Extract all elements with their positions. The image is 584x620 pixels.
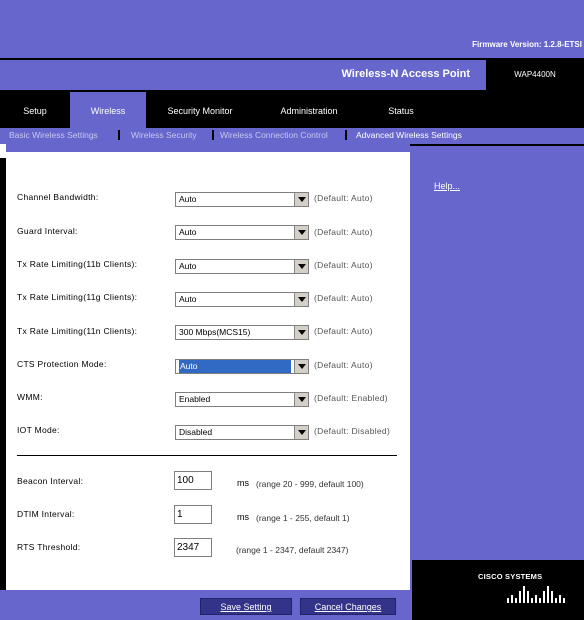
guard-interval-default: (Default: Auto): [314, 227, 373, 237]
chevron-down-icon[interactable]: [294, 360, 308, 373]
subtab-separator: [345, 130, 347, 140]
subtab-wireless-connection-control[interactable]: Wireless Connection Control: [220, 128, 328, 142]
tab-administration[interactable]: Administration: [262, 92, 356, 128]
iot-mode-default: (Default: Disabled): [314, 426, 391, 436]
cisco-logo-text: CISCO SYSTEMS: [478, 572, 543, 581]
wmm-label: WMM:: [17, 392, 43, 402]
cisco-bridge-icon: [507, 586, 565, 603]
rts-threshold-label: RTS Threshold:: [17, 542, 81, 552]
beacon-interval-unit: ms: [237, 478, 249, 488]
dtim-interval-input[interactable]: [174, 505, 212, 524]
chevron-down-icon[interactable]: [294, 293, 308, 306]
tx-rate-11g-label: Tx Rate Limiting(11g Clients):: [17, 292, 138, 302]
model-name: WAP4400N: [486, 60, 584, 90]
wmm-default: (Default: Enabled): [314, 393, 388, 403]
dtim-interval-range: (range 1 - 255, default 1): [256, 513, 350, 523]
channel-bandwidth-label: Channel Bandwidth:: [17, 192, 99, 202]
tab-setup[interactable]: Setup: [0, 92, 70, 128]
iot-mode-label: IOT Mode:: [17, 425, 60, 435]
channel-bandwidth-default: (Default: Auto): [314, 193, 373, 203]
tab-security-monitor[interactable]: Security Monitor: [146, 92, 254, 128]
help-link[interactable]: Help...: [434, 181, 460, 191]
rts-threshold-input[interactable]: [174, 538, 212, 557]
dtim-interval-ms: ms: [237, 512, 249, 522]
header-background: [0, 0, 584, 58]
chevron-down-icon[interactable]: [294, 193, 308, 206]
subtab-basic-wireless-settings[interactable]: Basic Wireless Settings: [9, 128, 98, 142]
tx-rate-11g-value: Auto: [179, 294, 197, 304]
channel-bandwidth-select[interactable]: Auto: [175, 192, 309, 207]
tx-rate-11n-default: (Default: Auto): [314, 326, 373, 336]
iot-mode-select[interactable]: Disabled: [175, 425, 309, 440]
beacon-interval-range: (range 20 - 999, default 100): [256, 479, 364, 489]
dtim-interval-label: DTIM Interval:: [17, 509, 75, 519]
chevron-down-icon[interactable]: [294, 426, 308, 439]
iot-mode-value: Disabled: [179, 427, 213, 437]
chevron-down-icon[interactable]: [294, 326, 308, 339]
chevron-down-icon[interactable]: [294, 260, 308, 273]
subtab-advanced-wireless-settings[interactable]: Advanced Wireless Settings: [356, 128, 462, 142]
wmm-value: Enabled: [179, 394, 211, 404]
tx-rate-11g-select[interactable]: Auto: [175, 292, 309, 307]
tab-status[interactable]: Status: [366, 92, 436, 128]
subtab-separator: [212, 130, 214, 140]
tx-rate-11b-value: Auto: [179, 261, 197, 271]
tx-rate-11n-label: Tx Rate Limiting(11n Clients):: [17, 326, 138, 336]
help-panel: [410, 144, 584, 590]
save-setting-button[interactable]: Save Setting: [200, 598, 292, 615]
beacon-interval-label: Beacon Interval:: [17, 476, 84, 486]
dtim-interval-unit: ms: [237, 512, 249, 522]
tx-rate-11n-value: 300 Mbps(MCS15): [179, 327, 251, 337]
guard-interval-label: Guard Interval:: [17, 226, 78, 236]
beacon-interval-ms: ms: [237, 478, 249, 488]
chevron-down-icon[interactable]: [294, 393, 308, 406]
subtab-wireless-security[interactable]: Wireless Security: [131, 128, 197, 142]
subtab-separator: [118, 130, 120, 140]
section-divider: [17, 455, 397, 456]
tx-rate-11b-default: (Default: Auto): [314, 260, 373, 270]
chevron-down-icon[interactable]: [294, 226, 308, 239]
channel-bandwidth-value: Auto: [179, 194, 197, 204]
tx-rate-11b-label: Tx Rate Limiting(11b Clients):: [17, 259, 138, 269]
tab-wireless[interactable]: Wireless: [70, 92, 146, 128]
guard-interval-select[interactable]: Auto: [175, 225, 309, 240]
firmware-version: Firmware Version: 1.2.8-ETSI: [472, 40, 582, 49]
tx-rate-11g-default: (Default: Auto): [314, 293, 373, 303]
tx-rate-11n-select[interactable]: 300 Mbps(MCS15): [175, 325, 309, 340]
tx-rate-11b-select[interactable]: Auto: [175, 259, 309, 274]
cts-protection-select[interactable]: Auto: [175, 359, 309, 374]
wmm-select[interactable]: Enabled: [175, 392, 309, 407]
cts-protection-label: CTS Protection Mode:: [17, 359, 107, 369]
cts-protection-default: (Default: Auto): [314, 360, 373, 370]
rts-threshold-range: (range 1 - 2347, default 2347): [236, 545, 349, 555]
cts-protection-value: Auto: [179, 360, 291, 373]
cancel-changes-button[interactable]: Cancel Changes: [300, 598, 396, 615]
beacon-interval-input[interactable]: [174, 471, 212, 490]
guard-interval-value: Auto: [179, 227, 197, 237]
product-title: Wireless-N Access Point: [341, 68, 471, 80]
